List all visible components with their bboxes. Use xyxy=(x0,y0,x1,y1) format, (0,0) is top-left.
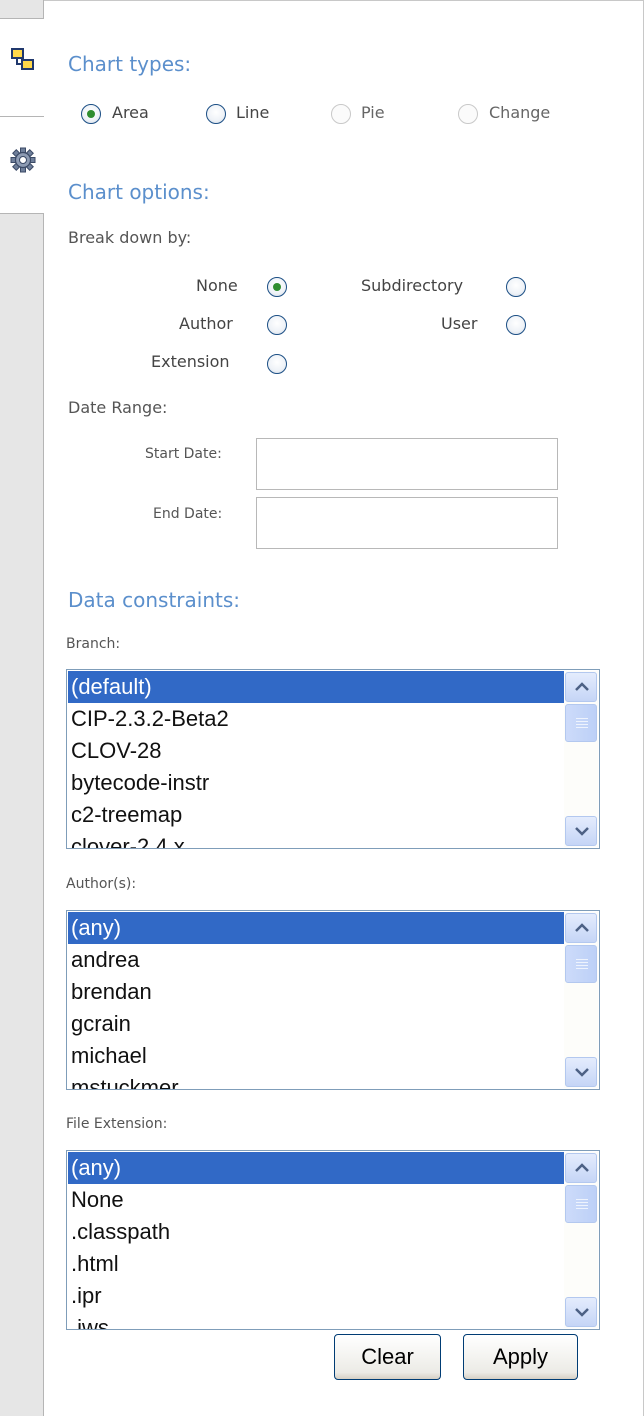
scroll-up-button[interactable] xyxy=(565,1153,597,1183)
scroll-down-button[interactable] xyxy=(565,816,597,846)
breakdown-user-label: User xyxy=(441,314,478,333)
radio-breakdown-none[interactable] xyxy=(267,277,287,297)
list-item[interactable]: michael xyxy=(68,1040,564,1072)
radio-chart-line[interactable] xyxy=(206,104,226,124)
list-item[interactable]: andrea xyxy=(68,944,564,976)
radio-chart-pie-label: Pie xyxy=(361,103,385,122)
chevron-down-icon xyxy=(575,1068,589,1077)
chevron-up-icon xyxy=(575,682,589,691)
chart-options-heading: Chart options: xyxy=(68,180,210,204)
radio-chart-change[interactable] xyxy=(458,104,478,124)
radio-breakdown-extension[interactable] xyxy=(267,354,287,374)
radio-breakdown-user[interactable] xyxy=(506,315,526,335)
scrollbar[interactable] xyxy=(564,1152,598,1328)
scroll-up-button[interactable] xyxy=(565,672,597,702)
breakdown-none-label: None xyxy=(196,276,238,295)
file-extension-listbox[interactable]: (any) None .classpath .html .ipr .iws xyxy=(66,1150,600,1330)
end-date-field[interactable] xyxy=(256,497,558,549)
breakdown-author-label: Author xyxy=(179,314,233,333)
radio-chart-area[interactable] xyxy=(81,104,101,124)
radio-chart-change-label: Change xyxy=(489,103,551,122)
panel-tab-strip xyxy=(0,0,44,1416)
scrollbar[interactable] xyxy=(564,671,598,847)
list-item[interactable]: .iws xyxy=(68,1312,564,1329)
tab-settings[interactable] xyxy=(0,116,44,214)
chevron-down-icon xyxy=(575,1308,589,1317)
gear-icon xyxy=(10,147,36,173)
chevron-up-icon xyxy=(575,923,589,932)
list-item[interactable]: bytecode-instr xyxy=(68,767,564,799)
list-item[interactable]: clover-2.4.x xyxy=(68,831,564,848)
list-item[interactable]: (any) xyxy=(68,912,564,944)
chevron-up-icon xyxy=(575,1163,589,1172)
list-item[interactable]: brendan xyxy=(68,976,564,1008)
scroll-thumb[interactable] xyxy=(565,1185,597,1223)
scrollbar[interactable] xyxy=(564,912,598,1088)
scroll-thumb[interactable] xyxy=(565,945,597,983)
break-down-label: Break down by: xyxy=(68,228,192,247)
start-date-field[interactable] xyxy=(256,438,558,490)
list-item[interactable]: gcrain xyxy=(68,1008,564,1040)
scroll-up-button[interactable] xyxy=(565,913,597,943)
list-item[interactable]: .classpath xyxy=(68,1216,564,1248)
radio-chart-line-label: Line xyxy=(236,103,270,122)
clear-button[interactable]: Clear xyxy=(334,1334,441,1380)
panel-top-border xyxy=(44,0,644,1)
list-item[interactable]: CLOV-28 xyxy=(68,735,564,767)
radio-chart-pie[interactable] xyxy=(331,104,351,124)
list-item[interactable]: .ipr xyxy=(68,1280,564,1312)
list-item[interactable]: .html xyxy=(68,1248,564,1280)
date-range-label: Date Range: xyxy=(68,398,168,417)
apply-button[interactable]: Apply xyxy=(463,1334,578,1380)
scroll-down-button[interactable] xyxy=(565,1057,597,1087)
radio-breakdown-subdirectory[interactable] xyxy=(506,277,526,297)
radio-breakdown-author[interactable] xyxy=(267,315,287,335)
branch-listbox[interactable]: (default) CIP-2.3.2-Beta2 CLOV-28 byteco… xyxy=(66,669,600,849)
chart-tree-icon xyxy=(11,48,34,70)
chevron-down-icon xyxy=(575,827,589,836)
scroll-down-button[interactable] xyxy=(565,1297,597,1327)
data-constraints-heading: Data constraints: xyxy=(68,588,240,612)
branch-label: Branch: xyxy=(66,636,121,652)
scroll-thumb[interactable] xyxy=(565,704,597,742)
list-item[interactable]: (default) xyxy=(68,671,564,703)
list-item[interactable]: None xyxy=(68,1184,564,1216)
list-item[interactable]: (any) xyxy=(68,1152,564,1184)
tab-chart-types[interactable] xyxy=(0,18,44,118)
breakdown-extension-label: Extension xyxy=(151,352,230,371)
authors-listbox[interactable]: (any) andrea brendan gcrain michael mstu… xyxy=(66,910,600,1090)
list-item[interactable]: CIP-2.3.2-Beta2 xyxy=(68,703,564,735)
file-extension-label: File Extension: xyxy=(66,1116,168,1132)
end-date-label: End Date: xyxy=(153,506,223,522)
breakdown-subdirectory-label: Subdirectory xyxy=(361,276,464,295)
chart-types-heading: Chart types: xyxy=(68,52,192,76)
start-date-label: Start Date: xyxy=(145,446,222,462)
radio-chart-area-label: Area xyxy=(112,103,149,122)
list-item[interactable]: c2-treemap xyxy=(68,799,564,831)
authors-label: Author(s): xyxy=(66,876,137,892)
list-item[interactable]: mstuckmer xyxy=(68,1072,564,1089)
